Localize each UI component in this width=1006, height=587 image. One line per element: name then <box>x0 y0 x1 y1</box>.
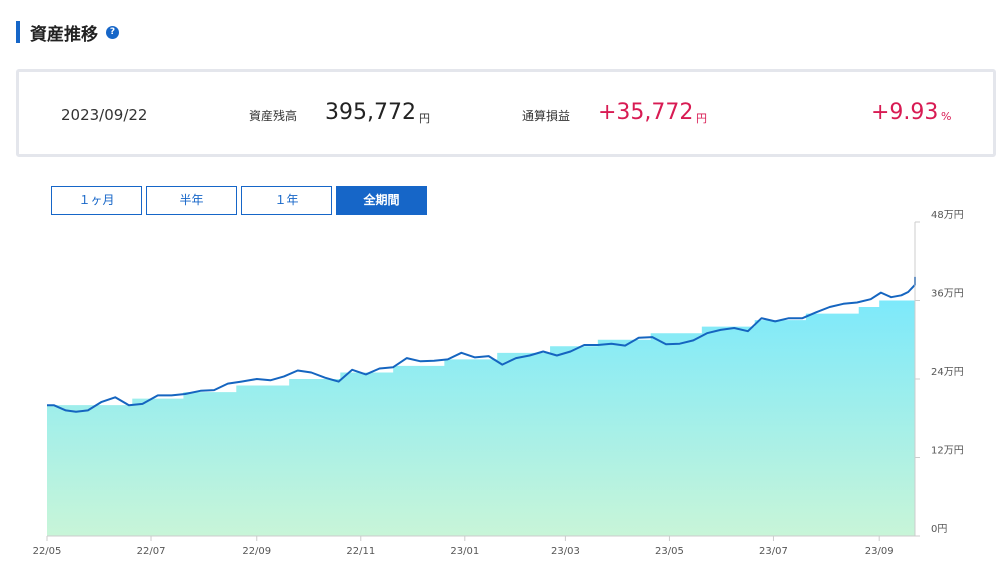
x-tick-label: 23/09 <box>865 546 894 557</box>
x-tick-label: 23/07 <box>759 546 788 557</box>
y-tick-label: 0円 <box>931 524 947 535</box>
x-tick-label: 22/11 <box>346 546 375 557</box>
x-tick-label: 23/01 <box>450 546 479 557</box>
asset-history-chart: 0円 12万円 24万円 36万円 48万円 22/05 22/07 22/09 22/11 23… <box>33 210 964 557</box>
y-tick-label: 24万円 <box>931 367 964 378</box>
x-tick-label: 22/07 <box>137 546 166 557</box>
x-tick-label: 23/03 <box>551 546 580 557</box>
x-tick-label: 23/05 <box>655 546 684 557</box>
y-tick-label: 48万円 <box>931 210 964 221</box>
invested-amount-area <box>47 300 915 536</box>
x-tick-label: 22/05 <box>33 546 62 557</box>
x-tick-label: 22/09 <box>242 546 271 557</box>
y-tick-label: 12万円 <box>931 446 964 457</box>
y-tick-label: 36万円 <box>931 289 964 300</box>
